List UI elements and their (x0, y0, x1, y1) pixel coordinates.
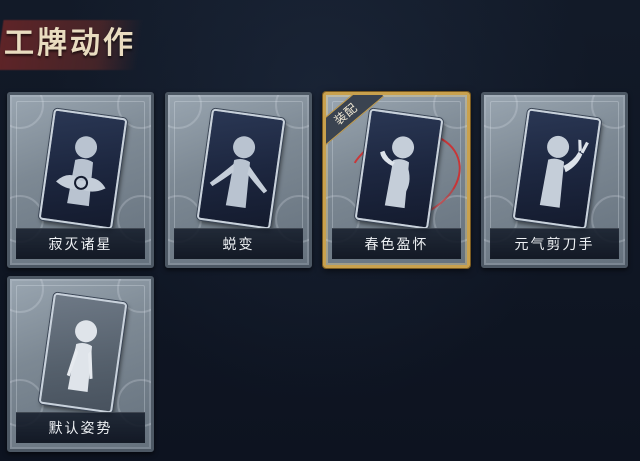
card-label: 元气剪刀手 (514, 237, 595, 253)
card-label-bar: 蜕变 (174, 228, 303, 259)
action-card-1[interactable]: 寂灭诸星 (7, 92, 154, 268)
frame-swirl (484, 95, 518, 129)
section-header: 工牌动作 (0, 14, 150, 72)
card-label-bar: 春色盈怀 (332, 228, 461, 259)
silhouette-default-pose-icon (66, 320, 98, 393)
silhouette-star-pose-icon (56, 136, 106, 207)
card-label-bar: 寂灭诸星 (16, 228, 145, 259)
pose-portrait (38, 292, 128, 414)
card-label: 蜕变 (222, 237, 255, 253)
card-label: 默认姿势 (48, 421, 113, 437)
action-card-3-equipped[interactable]: 装配 春色盈怀 (323, 92, 470, 268)
action-card-4[interactable]: 元气剪刀手 (481, 92, 628, 268)
pose-portrait (196, 108, 286, 230)
action-card-grid: 寂灭诸星 蜕变 装配 春色盈怀 元气剪刀手 默认姿势 (7, 92, 637, 452)
action-card-5[interactable]: 默认姿势 (7, 276, 154, 452)
card-label: 春色盈怀 (364, 237, 429, 253)
pose-portrait (354, 108, 444, 230)
frame-swirl (10, 95, 44, 129)
silhouette-open-arms-icon (209, 136, 268, 209)
silhouette-hand-near-face-icon (380, 136, 415, 209)
page-title: 工牌动作 (4, 26, 136, 61)
frame-swirl (168, 95, 202, 129)
card-label-bar: 元气剪刀手 (490, 228, 619, 259)
frame-swirl (10, 279, 44, 313)
pose-portrait (512, 108, 602, 230)
action-card-2[interactable]: 蜕变 (165, 92, 312, 268)
card-label-bar: 默认姿势 (16, 412, 145, 443)
silhouette-victory-sign-icon (539, 135, 589, 208)
pose-portrait (38, 108, 128, 230)
card-label: 寂灭诸星 (48, 237, 113, 253)
frame-swirl (326, 95, 360, 129)
